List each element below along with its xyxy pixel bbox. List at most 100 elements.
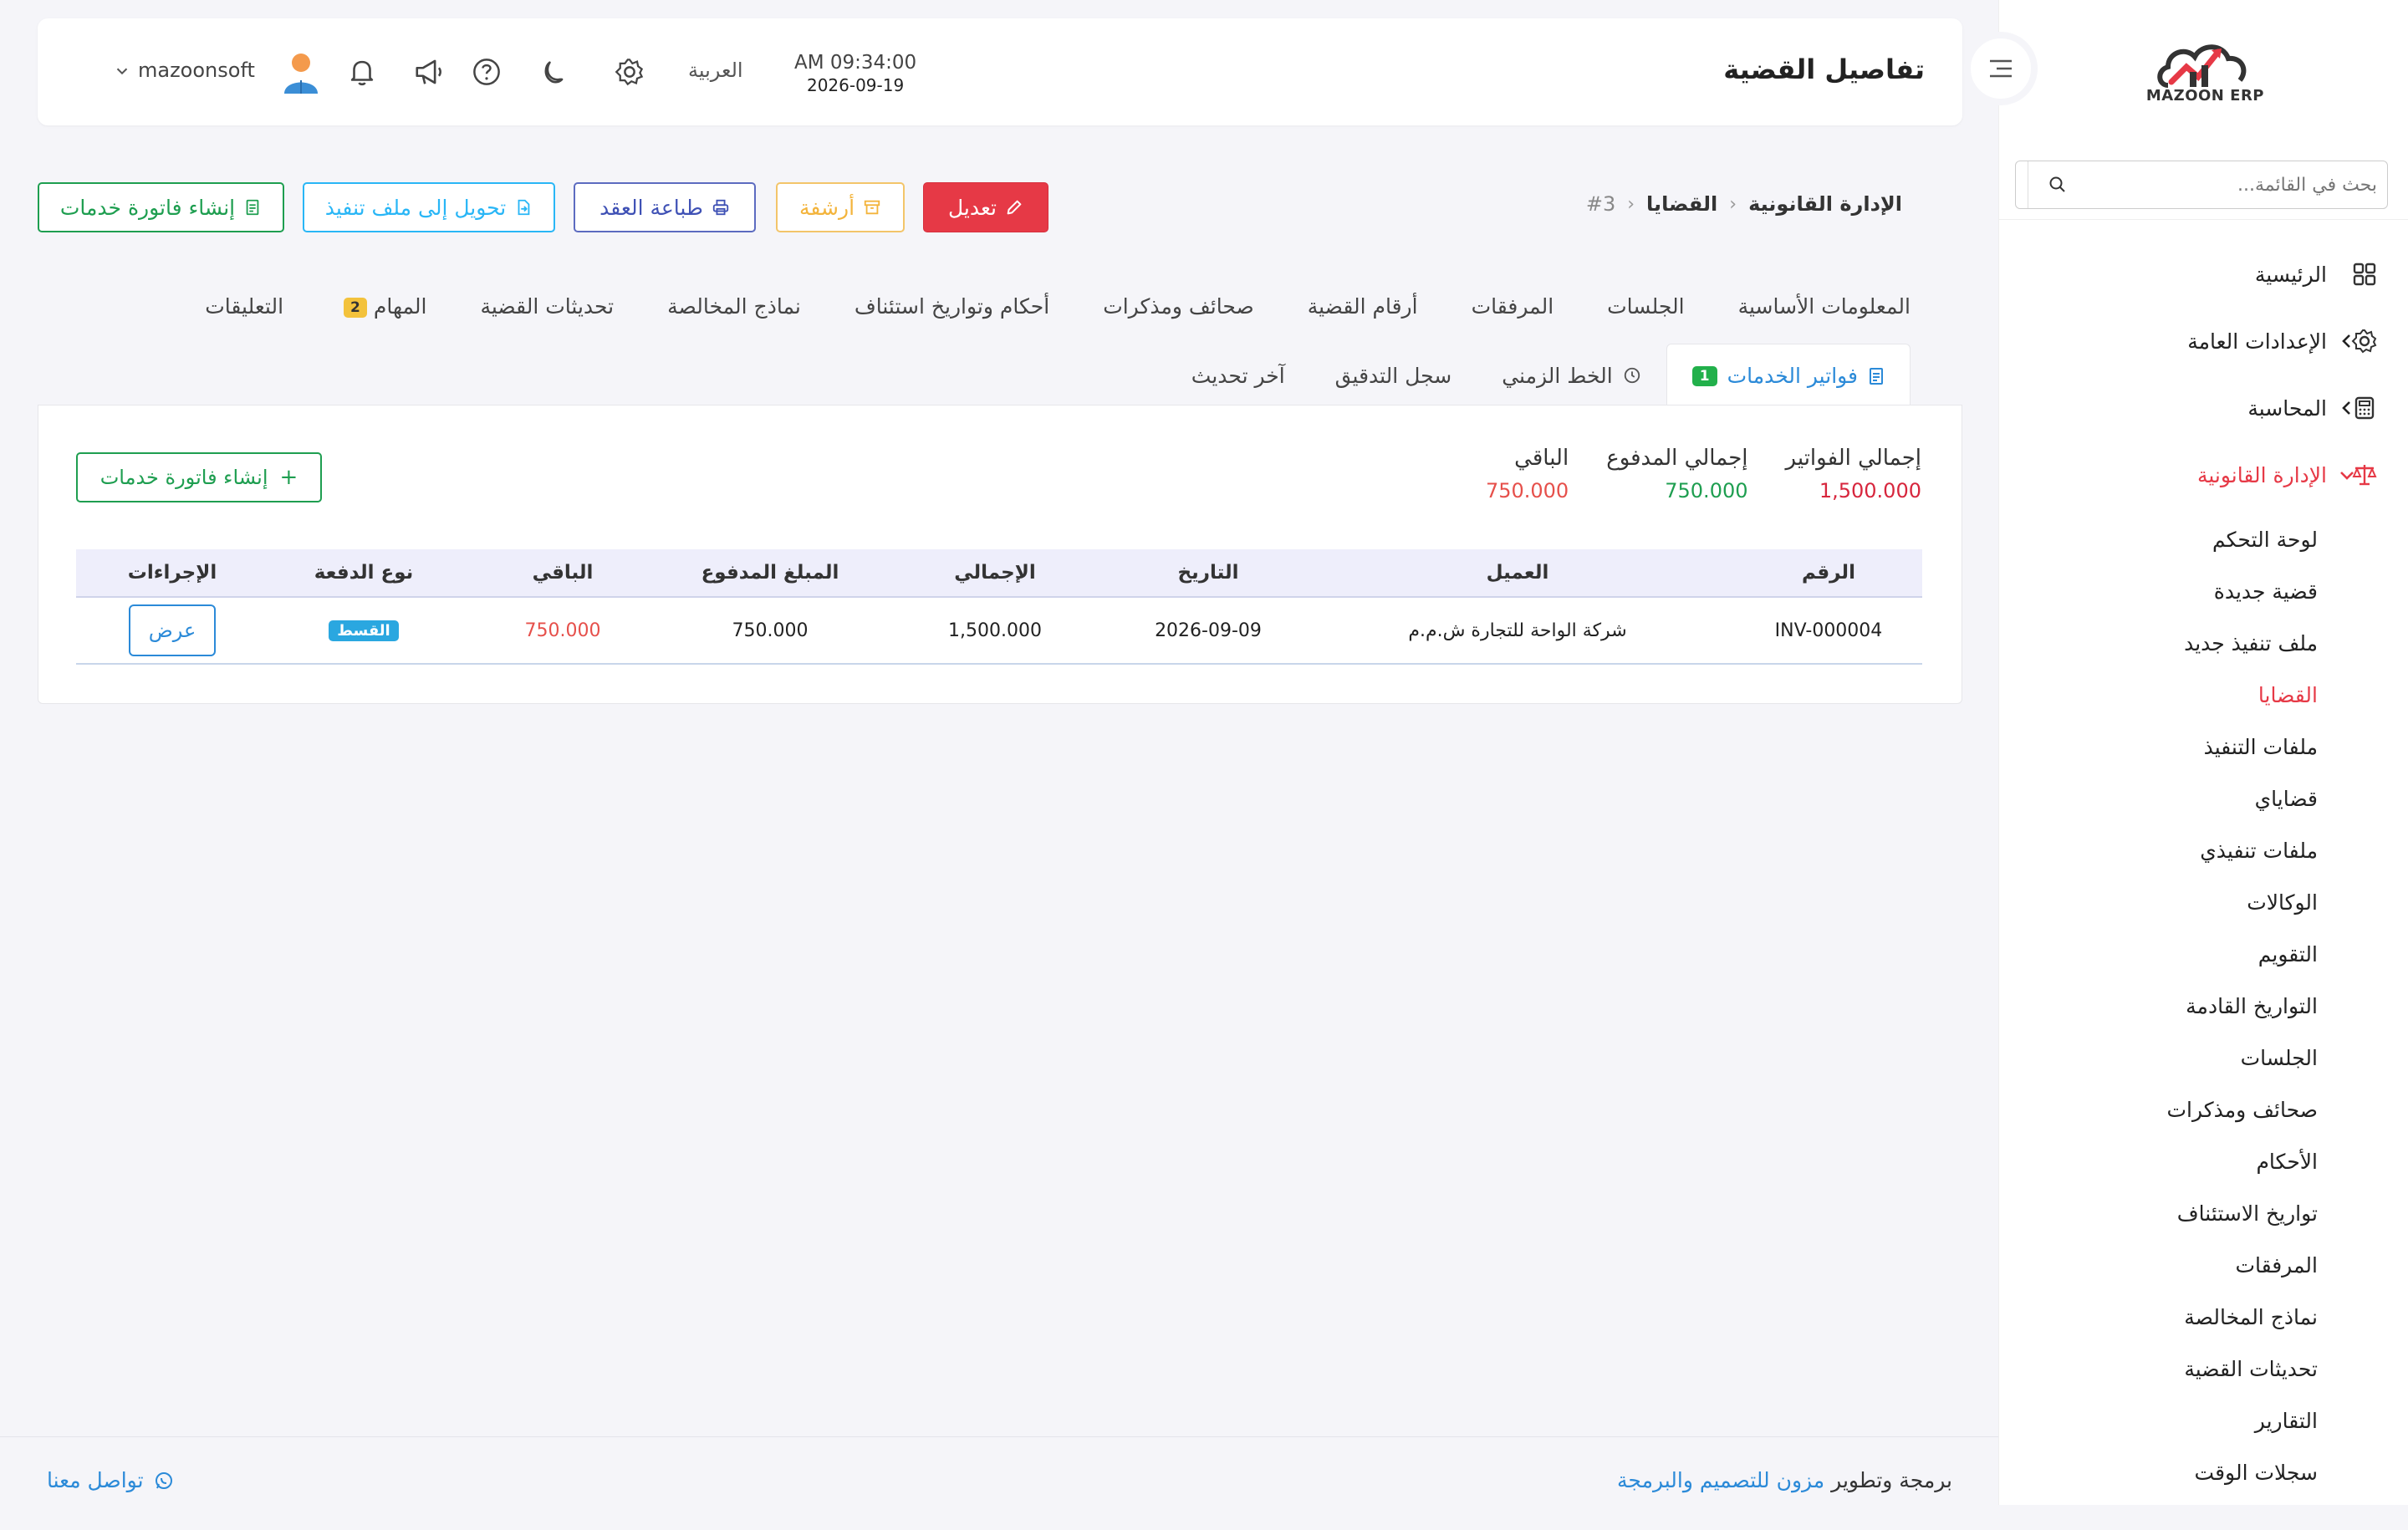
tab-timeline-label: الخط الزمني bbox=[1502, 363, 1613, 388]
breadcrumb: الإدارة القانونية ‹ القضايا ‹ #3 bbox=[1586, 192, 1902, 216]
gear-icon[interactable] bbox=[611, 54, 648, 90]
tab-case-updates[interactable]: تحديثات القضية bbox=[480, 294, 614, 319]
footer-brand-link[interactable]: مزون للتصميم والبرمجة bbox=[1617, 1468, 1824, 1492]
submenu-item-calendar[interactable]: التقويم bbox=[1998, 928, 2408, 980]
submenu-item-new-execution-file[interactable]: ملف تنفيذ جديد bbox=[1998, 617, 2408, 669]
submenu-item-time-logs[interactable]: سجلات الوقت bbox=[1998, 1446, 2408, 1498]
summary-paid-value: 750.000 bbox=[1665, 479, 1748, 502]
tab-tasks[interactable]: المهام 2 bbox=[337, 294, 426, 319]
logo-text: MAZOON ERP bbox=[2145, 87, 2264, 105]
tab-last-update-label: آخر تحديث bbox=[1191, 363, 1285, 388]
moon-icon[interactable] bbox=[536, 54, 573, 90]
tab-basic-info[interactable]: المعلومات الأساسية bbox=[1738, 294, 1911, 319]
create-invoice-panel-button[interactable]: + إنشاء فاتورة خدمات bbox=[76, 452, 322, 502]
column-header: الباقي bbox=[532, 562, 594, 584]
sidebar-item-label: الرئيسية bbox=[2254, 262, 2327, 287]
chevron-left-icon: ‹ bbox=[1627, 193, 1635, 215]
top-header: تفاصيل القضية AM 09:34:00 2026-09-19 الع… bbox=[38, 18, 1962, 125]
column-header: نوع الدفعة bbox=[314, 562, 414, 584]
submenu-item-my-execution-files[interactable]: ملفات تنفيذي bbox=[1998, 824, 2408, 876]
column-header: الرقم bbox=[1802, 562, 1855, 584]
printer-icon bbox=[712, 199, 729, 216]
submenu-item-pleadings[interactable]: صحائف ومذكرات bbox=[1998, 1084, 2408, 1135]
tab-comments[interactable]: التعليقات bbox=[205, 294, 283, 319]
chevron-down-icon[interactable] bbox=[113, 62, 131, 80]
invoice-icon bbox=[1870, 367, 1883, 385]
sidebar-item-settings[interactable]: الإعدادات العامة bbox=[1998, 308, 2408, 375]
chevron-down-icon bbox=[2340, 472, 2354, 480]
username[interactable]: mazoonsoft bbox=[138, 59, 255, 82]
invoice-button-label: إنشاء فاتورة خدمات bbox=[59, 195, 236, 220]
tab-service-invoices[interactable]: فواتير الخدمات 1 bbox=[1666, 344, 1911, 407]
submenu-item-power-of-attorney[interactable]: الوكالات bbox=[1998, 876, 2408, 928]
clock-icon bbox=[1624, 367, 1640, 384]
contact-link[interactable]: تواصل معنا bbox=[47, 1468, 174, 1492]
hamburger-icon bbox=[1990, 59, 2012, 78]
tab-judgments-appeals[interactable]: أحكام وتواريخ استئناف bbox=[855, 294, 1049, 319]
language-switch[interactable]: العربية bbox=[688, 59, 743, 82]
header-time: AM 09:34:00 bbox=[794, 52, 917, 74]
payment-type-badge: القسط bbox=[329, 620, 399, 641]
tab-pleadings[interactable]: صحائف ومذكرات bbox=[1103, 294, 1254, 319]
invoices-count-badge: 1 bbox=[1691, 365, 1717, 386]
tab-case-numbers[interactable]: أرقام القضية bbox=[1308, 294, 1418, 319]
submenu-item-case-updates[interactable]: تحديثات القضية bbox=[1998, 1343, 2408, 1395]
tab-timeline[interactable]: الخط الزمني bbox=[1477, 344, 1666, 406]
megaphone-icon[interactable] bbox=[411, 54, 447, 90]
chevron-left-icon bbox=[2342, 401, 2350, 415]
sidebar-item-home[interactable]: الرئيسية bbox=[1998, 241, 2408, 308]
grid-icon bbox=[2350, 260, 2379, 288]
edit-button-label: تعديل bbox=[947, 195, 997, 220]
submenu-item-sessions[interactable]: الجلسات bbox=[1998, 1032, 2408, 1084]
tab-audit-log[interactable]: سجل التدقيق bbox=[1310, 344, 1477, 406]
search-input[interactable] bbox=[2086, 174, 2387, 196]
sidebar-search[interactable] bbox=[2015, 161, 2388, 209]
bell-icon[interactable] bbox=[344, 54, 380, 90]
summary-total: إجمالي الفواتير 1,500.000 bbox=[1786, 446, 1922, 502]
tab-last-update[interactable]: آخر تحديث bbox=[1166, 344, 1310, 406]
tab-attachments[interactable]: المرفقات bbox=[1472, 294, 1554, 319]
table-row: INV-000004 شركة الواحة للتجارة ش.م.م 202… bbox=[76, 598, 1922, 665]
print-contract-button[interactable]: طباعة العقد bbox=[574, 182, 756, 232]
submenu-item-reports[interactable]: التقارير bbox=[1998, 1395, 2408, 1446]
column-header: الإجمالي bbox=[954, 562, 1036, 584]
header-date: 2026-09-19 bbox=[806, 75, 905, 95]
view-invoice-button[interactable]: عرض bbox=[129, 604, 216, 656]
submenu-item-my-cases[interactable]: قضاياي bbox=[1998, 773, 2408, 824]
menu-toggle-button[interactable] bbox=[1964, 32, 2038, 105]
chevron-left-icon bbox=[2342, 334, 2350, 348]
submenu-item-execution-files[interactable]: ملفات التنفيذ bbox=[1998, 721, 2408, 773]
payment-type-cell: القسط bbox=[268, 620, 459, 641]
sidebar-item-legal[interactable]: الإدارة القانونية bbox=[1998, 441, 2408, 508]
archive-button[interactable]: أرشفة bbox=[776, 182, 905, 232]
convert-to-execution-button[interactable]: تحويل إلى ملف تنفيذ bbox=[303, 182, 555, 232]
chevron-left-icon: ‹ bbox=[1729, 193, 1737, 215]
submenu-item-appeal-dates[interactable]: تواريخ الاستئناف bbox=[1998, 1187, 2408, 1239]
invoices-panel: إجمالي الفواتير 1,500.000 إجمالي المدفوع… bbox=[38, 405, 1962, 704]
create-invoice-button[interactable]: إنشاء فاتورة خدمات bbox=[38, 182, 284, 232]
breadcrumb-section[interactable]: القضايا bbox=[1646, 192, 1717, 216]
invoice-total: 1,500.000 bbox=[948, 620, 1042, 641]
column-header: التاريخ bbox=[1177, 562, 1239, 584]
submenu-item-settlement-forms[interactable]: نماذج المخالصة bbox=[1998, 1291, 2408, 1343]
breadcrumb-root[interactable]: الإدارة القانونية bbox=[1748, 192, 1902, 216]
sidebar-item-label: الإدارة القانونية bbox=[2196, 462, 2327, 487]
invoice-remaining: 750.000 bbox=[524, 620, 601, 641]
submenu-item-dashboard[interactable]: لوحة التحكم bbox=[1998, 513, 2408, 565]
edit-button[interactable]: تعديل bbox=[923, 182, 1048, 232]
search-icon[interactable] bbox=[2028, 161, 2086, 208]
submenu-item-attachments[interactable]: المرفقات bbox=[1998, 1239, 2408, 1291]
tab-sessions[interactable]: الجلسات bbox=[1607, 294, 1684, 319]
submenu-item-judgments[interactable]: الأحكام bbox=[1998, 1135, 2408, 1187]
help-icon[interactable] bbox=[468, 54, 505, 90]
archive-icon bbox=[864, 200, 880, 215]
table-header: الرقم العميل التاريخ الإجمالي المبلغ الم… bbox=[76, 549, 1922, 598]
contact-label: تواصل معنا bbox=[47, 1468, 144, 1492]
submenu-item-new-case[interactable]: قضية جديدة bbox=[1998, 565, 2408, 617]
avatar[interactable] bbox=[280, 50, 322, 95]
tab-settlement-forms[interactable]: نماذج المخالصة bbox=[667, 294, 801, 319]
sidebar-item-accounting[interactable]: المحاسبة bbox=[1998, 375, 2408, 441]
submenu-item-upcoming-dates[interactable]: التواريخ القادمة bbox=[1998, 980, 2408, 1032]
sidebar: MAZOON ERP الرئيسية الإعدادات العامة الم… bbox=[1998, 0, 2408, 1505]
submenu-item-cases[interactable]: القضايا bbox=[1998, 669, 2408, 721]
